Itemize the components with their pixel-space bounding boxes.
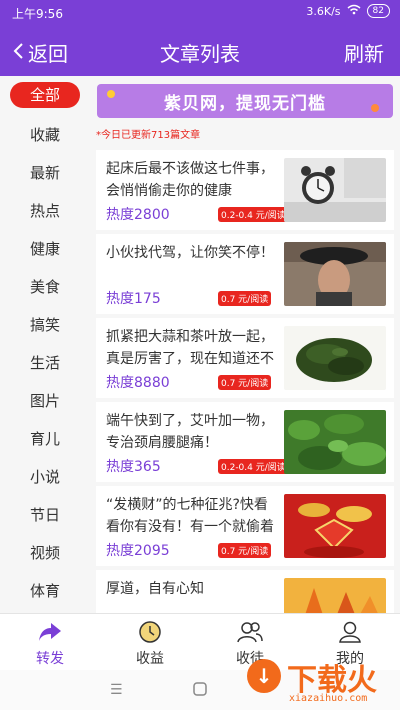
update-notice: *今日已更新713篇文章: [96, 130, 201, 141]
reward-rate-badge: 0.7 元/阅读: [218, 375, 272, 390]
article-title: 起床后最不该做这七件事，会悄悄偷走你的健康: [106, 161, 274, 199]
reward-rate-badge: 0.7 元/阅读: [218, 291, 272, 306]
status-bar: 上午9:56 3.6K/s 82: [0, 0, 400, 24]
reward-rate-badge: 0.2-0.4 元/阅读: [218, 459, 289, 474]
menu-icon[interactable]: ☰: [110, 682, 123, 698]
category-novels[interactable]: 小说: [0, 466, 90, 487]
article-title: 抓紧把大蒜和茶叶放一起，真是厉害了，现在知道还不晚: [106, 329, 274, 367]
status-icons: 3.6K/s 82: [306, 4, 390, 18]
user-icon: [310, 620, 390, 646]
people-icon: [210, 620, 290, 646]
app-header: 返回 文章列表 刷新: [0, 24, 400, 76]
category-hot[interactable]: 热点: [0, 200, 90, 221]
article-title: 端午快到了，艾叶加一物，专治颈肩腰腿痛！: [106, 413, 274, 451]
heat-count: 热度175: [106, 291, 161, 307]
tab-label: 收益: [136, 651, 164, 667]
mugwort-image: [284, 410, 386, 474]
wifi-icon: [347, 4, 361, 18]
category-festivals[interactable]: 节日: [0, 504, 90, 525]
category-pictures[interactable]: 图片: [0, 390, 90, 411]
article-title: 厚道，自有心知: [106, 581, 204, 597]
heat-count: 热度365: [106, 459, 161, 475]
person-hat-image: [284, 242, 386, 306]
autumn-leaves-image: [284, 578, 386, 613]
gold-ingot-image: [284, 494, 386, 558]
article-card[interactable]: 抓紧把大蒜和茶叶放一起，真是厉害了，现在知道还不晚 热度8880 0.7 元/阅…: [96, 318, 394, 398]
network-speed: 3.6K/s: [306, 4, 341, 18]
article-card[interactable]: 起床后最不该做这七件事，会悄悄偷走你的健康 热度2800 0.2-0.4 元/阅…: [96, 150, 394, 230]
reward-rate-badge: 0.2-0.4 元/阅读: [218, 207, 289, 222]
category-food[interactable]: 美食: [0, 276, 90, 297]
status-time: 上午9:56: [12, 7, 63, 21]
category-videos[interactable]: 视频: [0, 542, 90, 563]
category-sports[interactable]: 体育: [0, 580, 90, 601]
article-list: 紫贝网，提现无门槛 *今日已更新713篇文章 起床后最不该做这七件事，会悄悄偷走…: [90, 76, 400, 613]
category-health[interactable]: 健康: [0, 238, 90, 259]
banner-text: 紫贝网，提现无门槛: [164, 93, 326, 114]
reward-rate-badge: 0.7 元/阅读: [218, 543, 272, 558]
tea-leaves-image: [284, 326, 386, 390]
watermark-logo-icon: ↓: [247, 659, 281, 693]
article-card[interactable]: 端午快到了，艾叶加一物，专治颈肩腰腿痛！ 热度365 0.2-0.4 元/阅读: [96, 402, 394, 482]
article-title: “发横财”的七种征兆?快看看你有没有！有一个就偷着乐吧: [106, 497, 274, 535]
tab-share[interactable]: 转发: [10, 620, 90, 668]
battery-indicator: 82: [366, 4, 390, 18]
heat-count: 热度8880: [106, 375, 170, 391]
promo-banner[interactable]: 紫贝网，提现无门槛: [97, 84, 393, 118]
banner-decoration: [371, 104, 379, 112]
banner-decoration: [107, 90, 115, 98]
tab-earnings[interactable]: 收益: [110, 620, 190, 668]
refresh-button[interactable]: 刷新: [344, 38, 384, 67]
article-card[interactable]: “发横财”的七种征兆?快看看你有没有！有一个就偷着乐吧 热度2095 0.7 元…: [96, 486, 394, 566]
home-icon[interactable]: [193, 682, 207, 700]
watermark: ↓ 下载火 xiazaihuo.com: [247, 655, 392, 710]
alarm-clock-image: [284, 158, 386, 222]
article-card[interactable]: 小伙找代驾，让你笑不停！ 热度175 0.7 元/阅读: [96, 234, 394, 314]
watermark-url: xiazaihuo.com: [289, 693, 368, 704]
share-arrow-icon: [10, 620, 90, 646]
tab-label: 转发: [36, 651, 64, 667]
category-funny[interactable]: 搞笑: [0, 314, 90, 335]
category-latest[interactable]: 最新: [0, 162, 90, 183]
category-life[interactable]: 生活: [0, 352, 90, 373]
page-title: 文章列表: [160, 42, 240, 66]
category-favorites[interactable]: 收藏: [0, 124, 90, 145]
heat-count: 热度2095: [106, 543, 170, 559]
heat-count: 热度2800: [106, 207, 170, 223]
category-all[interactable]: 全部: [10, 82, 80, 108]
coin-icon: [110, 620, 190, 646]
category-sidebar: 全部 收藏 最新 热点 健康 美食 搞笑 生活 图片 育儿 小说 节日 视频 体…: [0, 76, 90, 613]
category-parenting[interactable]: 育儿: [0, 428, 90, 449]
article-card[interactable]: 厚道，自有心知: [96, 570, 394, 613]
article-title: 小伙找代驾，让你笑不停！: [106, 245, 274, 261]
